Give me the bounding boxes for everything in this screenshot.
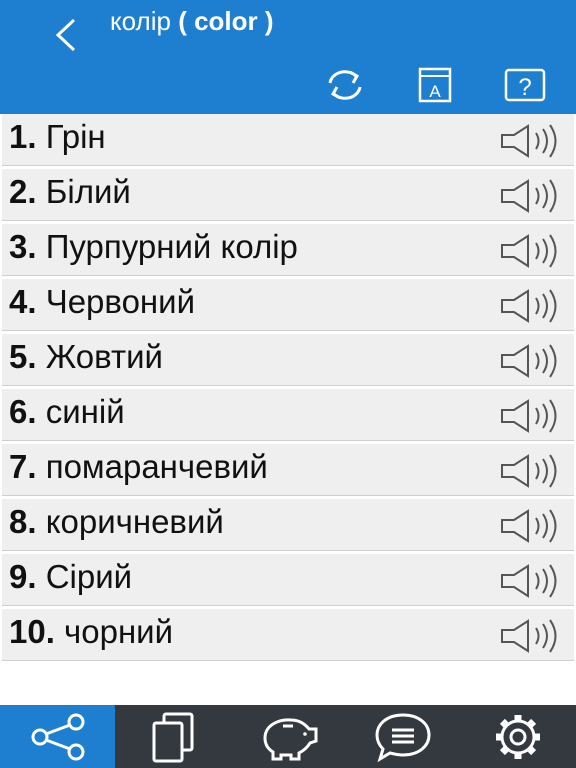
list-item[interactable]: 2. Білий [2,169,574,221]
item-word: коричневий [45,503,224,540]
speaker-icon[interactable] [500,398,564,434]
refresh-icon [328,70,362,100]
list-item[interactable]: 4. Червоний [2,279,574,331]
page-title: колір ( color ) [110,6,274,37]
dictionary-icon: A [418,67,452,103]
word-list: 1. Грін 2. Білий 3. Пурпурний колір 4. Ч… [0,114,576,664]
item-word: Пурпурний колір [45,228,298,265]
list-item[interactable]: 3. Пурпурний колір [2,224,574,276]
item-word: Білий [45,173,131,210]
list-item[interactable]: 5. Жовтий [2,334,574,386]
item-word: Грін [45,118,106,155]
back-chevron-icon[interactable] [48,14,84,56]
item-word: помаранчевий [45,448,268,485]
tab-piggy-bank[interactable] [230,705,345,768]
title-translation: ( color ) [178,6,274,36]
item-word: Жовтий [45,338,163,375]
item-number: 2. [9,173,37,210]
header: колір ( color ) A ? [0,0,576,114]
item-number: 3. [9,228,37,265]
item-word: чорний [64,613,174,650]
list-item[interactable]: 7. помаранчевий [2,444,574,496]
tab-chat[interactable] [346,705,461,768]
item-number: 1. [9,118,37,155]
chat-icon [375,712,431,762]
svg-text:A: A [429,82,441,101]
item-number: 4. [9,283,37,320]
list-item[interactable]: 9. Сірий [2,554,574,606]
list-item[interactable]: 8. коричневий [2,499,574,551]
item-number: 5. [9,338,37,375]
item-number: 8. [9,503,37,540]
speaker-icon[interactable] [500,508,564,544]
share-icon [31,713,85,760]
speaker-icon[interactable] [500,563,564,599]
piggy-bank-icon [263,717,318,760]
speaker-icon[interactable] [500,343,564,379]
speaker-icon[interactable] [500,233,564,269]
help-icon: ? [504,68,546,102]
cards-icon [152,712,194,762]
speaker-icon[interactable] [500,178,564,214]
item-number: 9. [9,558,37,595]
tab-bar [0,705,576,768]
item-word: синій [45,393,125,430]
item-number: 6. [9,393,37,430]
svg-text:?: ? [518,74,531,101]
item-word: Червоний [45,283,196,320]
item-number: 7. [9,448,37,485]
item-number: 10. [9,613,55,650]
title-word: колір [110,6,171,36]
speaker-icon[interactable] [500,288,564,324]
dictionary-button[interactable]: A [412,64,458,106]
item-word: Сірий [45,558,133,595]
tab-share[interactable] [0,705,116,768]
speaker-icon[interactable] [500,123,564,159]
help-button[interactable]: ? [502,64,548,106]
tab-cards[interactable] [115,705,230,768]
settings-icon [496,714,541,759]
tab-settings[interactable] [461,705,576,768]
speaker-icon[interactable] [500,618,564,654]
list-item[interactable]: 6. синій [2,389,574,441]
speaker-icon[interactable] [500,453,564,489]
list-item[interactable]: 10. чорний [2,609,574,661]
list-item[interactable]: 1. Грін [2,114,574,166]
refresh-button[interactable] [322,64,368,106]
